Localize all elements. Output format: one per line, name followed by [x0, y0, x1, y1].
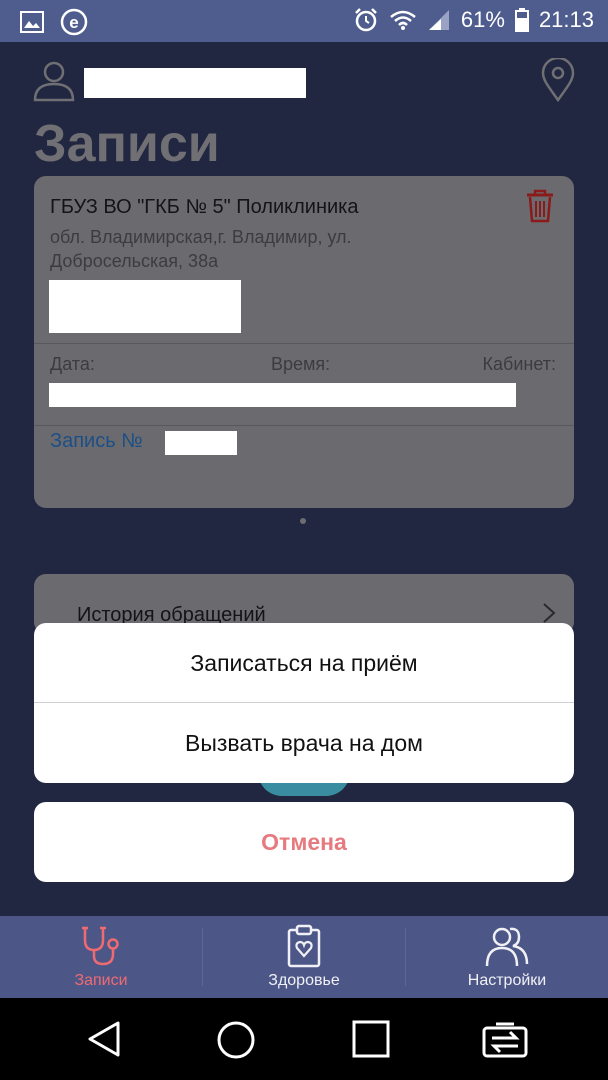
tab-label: Здоровье: [268, 972, 340, 989]
system-nav-bar: [0, 998, 608, 1080]
location-pin-icon[interactable]: [540, 56, 576, 107]
time-label: Время:: [271, 354, 331, 374]
users-icon: [485, 927, 529, 967]
tab-health[interactable]: Здоровье: [203, 916, 405, 998]
appointment-card[interactable]: ГБУЗ ВО "ГКБ № 5" Поликлиника обл. Влади…: [34, 176, 574, 508]
book-appointment-option[interactable]: Записаться на приём: [34, 623, 574, 703]
battery-level: 61%: [460, 7, 505, 32]
cancel-button[interactable]: Отмена: [34, 802, 574, 882]
svg-text:e: e: [69, 13, 78, 32]
recents-icon[interactable]: [352, 1020, 390, 1058]
tab-settings[interactable]: Настройки: [406, 916, 608, 998]
wifi-icon: [389, 9, 417, 31]
room-label: Кабинет:: [482, 354, 556, 374]
tab-records[interactable]: Записи: [0, 916, 202, 998]
back-icon[interactable]: [86, 1020, 122, 1058]
divider: [34, 343, 574, 344]
date-label: Дата:: [50, 354, 95, 374]
clock: 21:13: [538, 7, 594, 32]
tab-bar: Записи Здоровье Настройки: [0, 916, 608, 998]
record-number-redacted: [165, 431, 237, 455]
home-visit-option[interactable]: Вызвать врача на дом: [34, 703, 574, 783]
trash-icon[interactable]: [524, 188, 556, 229]
browser-icon: e: [60, 8, 88, 41]
page-title: Записи: [34, 115, 220, 173]
user-icon[interactable]: [32, 58, 76, 107]
divider: [34, 425, 574, 426]
alarm-icon: [353, 7, 379, 33]
clinic-address: обл. Владимирская,г. Владимир, ул. Добро…: [50, 227, 352, 271]
battery-icon: [514, 8, 529, 32]
home-icon[interactable]: [216, 1020, 256, 1060]
signal-icon: [427, 9, 451, 31]
app-screen: Записи ГБУЗ ВО "ГКБ № 5" Поликлиника обл…: [0, 42, 608, 916]
stethoscope-icon: [82, 926, 119, 966]
action-sheet: Записаться на приём Вызвать врача на дом: [34, 623, 574, 783]
tab-label: Настройки: [467, 972, 547, 989]
datetime-redacted: [49, 383, 516, 407]
page-indicator: [300, 518, 306, 524]
tab-label: Записи: [74, 972, 128, 989]
gallery-icon: [20, 11, 44, 38]
user-name-redacted: [84, 68, 306, 98]
status-bar: e 61% 21:13: [0, 0, 608, 42]
clipboard-heart-icon: [287, 924, 321, 968]
record-number-label: Запись №: [50, 430, 143, 452]
switch-icon[interactable]: [482, 1020, 528, 1058]
doctor-redacted: [49, 280, 241, 333]
clinic-name: ГБУЗ ВО "ГКБ № 5" Поликлиника: [50, 196, 359, 218]
